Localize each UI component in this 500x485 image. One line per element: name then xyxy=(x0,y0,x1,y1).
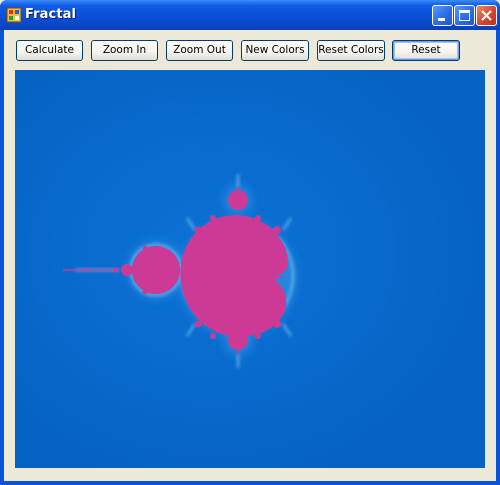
minimize-button[interactable] xyxy=(432,5,453,26)
calculate-button[interactable]: Calculate xyxy=(16,40,83,61)
fractal-window: Fractal Calculate Zoom In Zoom Out New C… xyxy=(0,0,500,485)
reset-button[interactable]: Reset xyxy=(392,40,460,61)
zoom-in-button[interactable]: Zoom In xyxy=(91,40,158,61)
zoom-out-button[interactable]: Zoom Out xyxy=(166,40,233,61)
maximize-button[interactable] xyxy=(454,5,475,26)
client-area: Calculate Zoom In Zoom Out New Colors Re… xyxy=(4,30,496,481)
close-button[interactable] xyxy=(476,5,497,26)
close-icon xyxy=(481,10,492,21)
window-title: Fractal xyxy=(25,7,77,22)
title-bar[interactable]: Fractal xyxy=(0,0,500,30)
minimize-icon xyxy=(438,18,445,21)
reset-colors-button[interactable]: Reset Colors xyxy=(317,40,385,61)
fractal-canvas[interactable] xyxy=(15,70,485,468)
maximize-icon xyxy=(459,10,470,21)
fractal-app-icon[interactable] xyxy=(6,7,22,23)
new-colors-button[interactable]: New Colors xyxy=(241,40,309,61)
